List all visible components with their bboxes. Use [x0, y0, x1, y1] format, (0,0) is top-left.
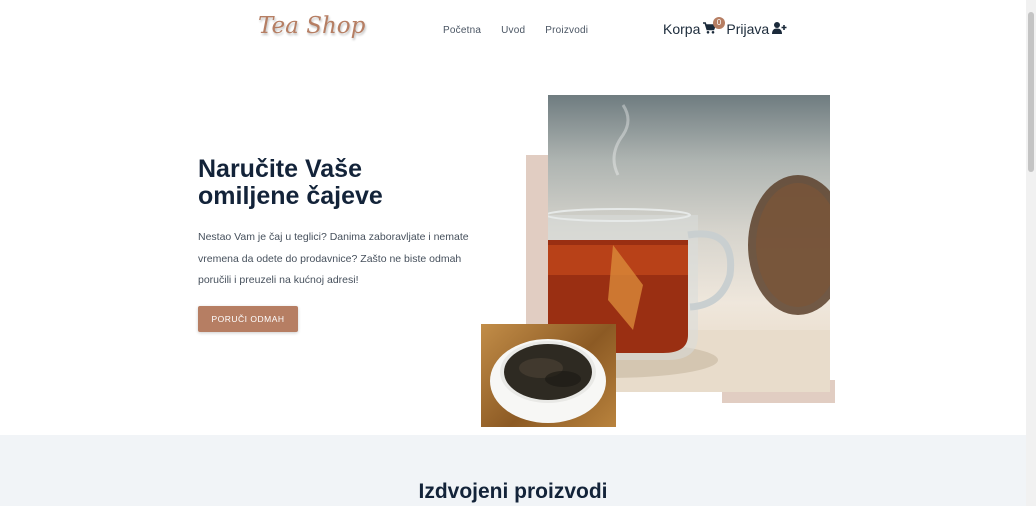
hero-description: Nestao Vam je čaj u teglici? Danima zabo… — [198, 231, 469, 286]
user-nav: Korpa 0 Prijava — [663, 17, 787, 37]
dry-tea-leaves-photo — [481, 324, 616, 427]
cart-label: Korpa — [663, 21, 701, 37]
decorative-block-left — [526, 155, 548, 325]
scrollbar-thumb[interactable] — [1028, 12, 1034, 172]
login-link[interactable]: Prijava — [726, 21, 787, 37]
featured-title: Izdvojeni proizvodi — [418, 480, 608, 503]
site-logo[interactable]: Tea Shop — [258, 13, 365, 39]
cart-count-badge: 0 — [713, 17, 725, 29]
user-plus-icon — [772, 21, 787, 37]
main-nav: Početna Uvod Proizvodi — [443, 25, 588, 36]
page-scrollbar[interactable] — [1026, 0, 1036, 506]
login-label: Prijava — [726, 21, 770, 37]
cart-link[interactable]: Korpa 0 — [663, 17, 725, 37]
nav-link-proizvodi[interactable]: Proizvodi — [545, 25, 588, 36]
nav-link-uvod[interactable]: Uvod — [501, 25, 525, 36]
order-now-button[interactable]: Poruči odmah — [198, 306, 298, 332]
nav-link-pocetna[interactable]: Početna — [443, 25, 481, 36]
hero-title: Naručite Vaše omiljene čajeve — [198, 155, 383, 210]
